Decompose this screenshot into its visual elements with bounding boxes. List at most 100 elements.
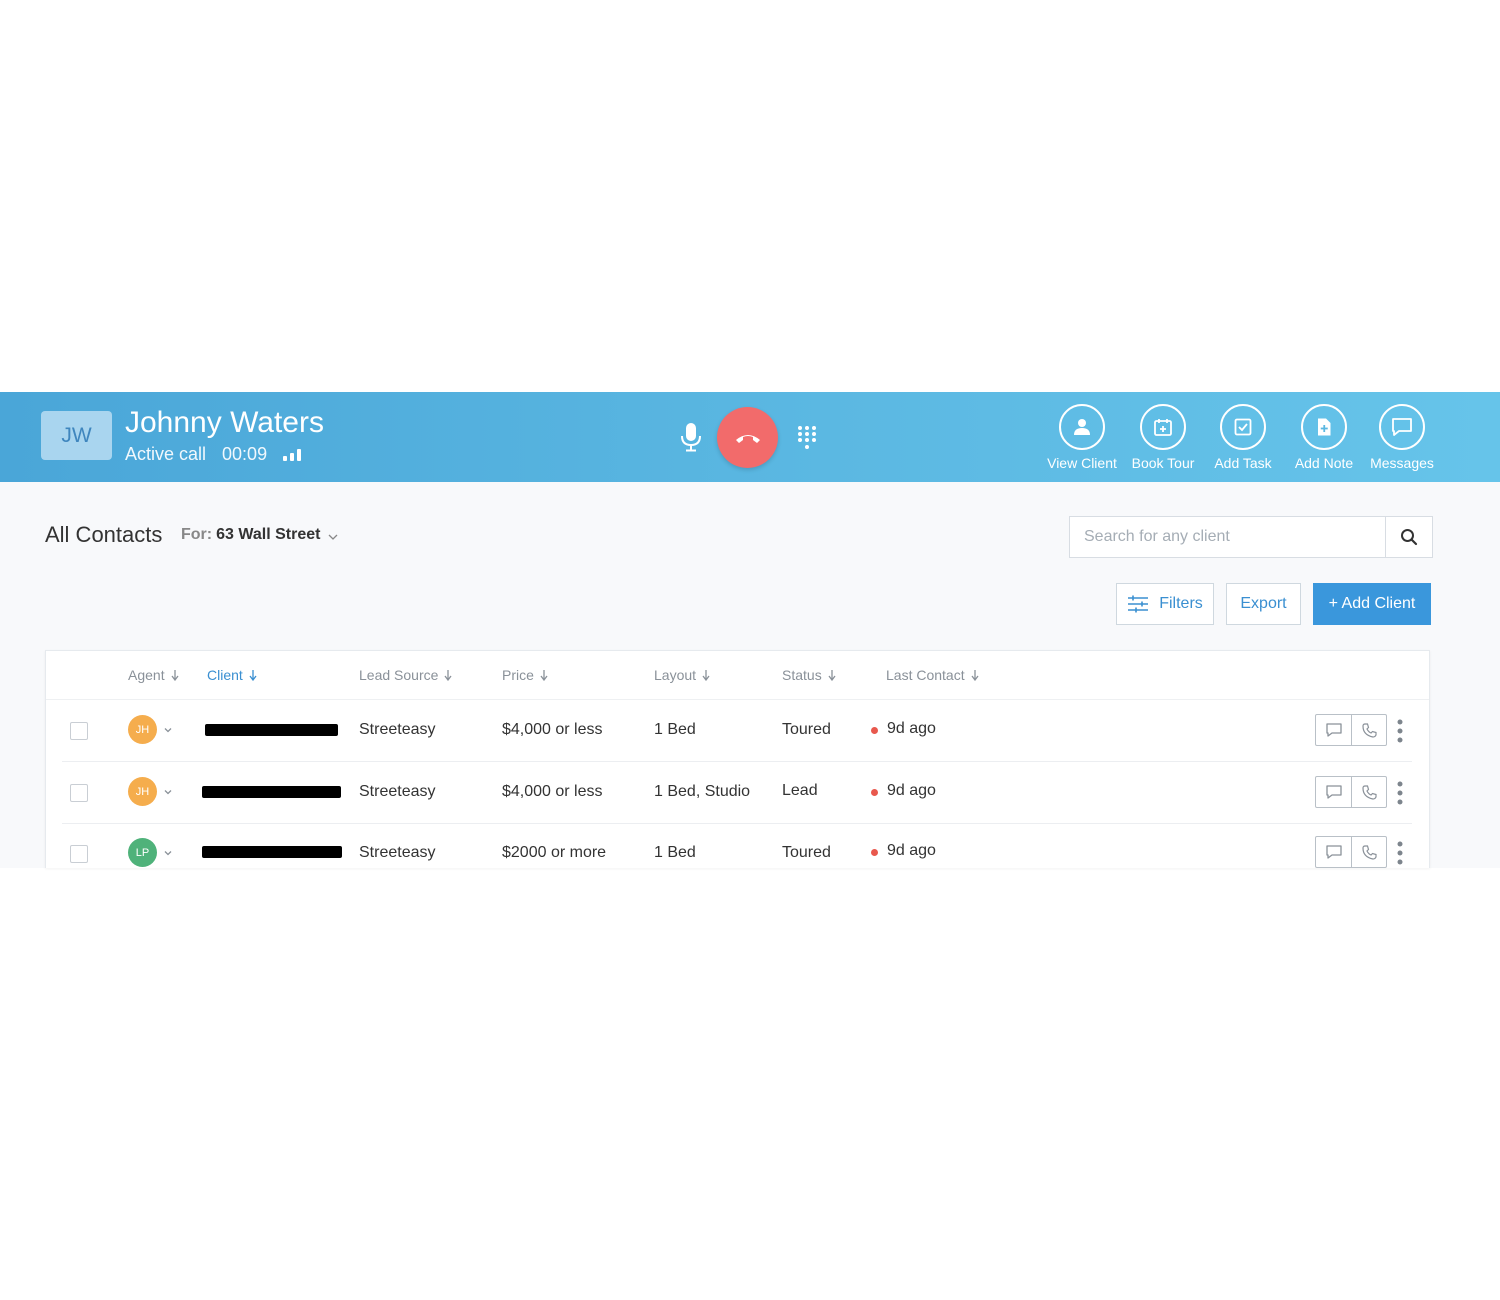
messages-button[interactable]: Messages (1357, 404, 1447, 471)
column-label: Client (207, 667, 243, 683)
message-icon (1325, 723, 1342, 737)
more-options-icon[interactable] (1397, 781, 1403, 805)
call-timer: 00:09 (222, 444, 268, 464)
search-input[interactable] (1070, 517, 1386, 557)
property-selector[interactable]: For: 63 Wall Street (181, 526, 338, 544)
sort-arrow-icon (249, 669, 257, 681)
phone-icon (1361, 784, 1377, 800)
export-button[interactable]: Export (1226, 583, 1301, 625)
search-icon (1401, 529, 1418, 546)
client-name-redacted[interactable] (202, 846, 342, 858)
row-checkbox[interactable] (70, 845, 88, 863)
add-client-label: + Add Client (1328, 595, 1416, 612)
message-button[interactable] (1316, 777, 1351, 807)
last-contact-indicator (871, 727, 878, 734)
chevron-down-icon[interactable] (163, 725, 173, 735)
call-button[interactable] (1351, 837, 1386, 867)
message-icon (1325, 845, 1342, 859)
sort-arrow-icon (171, 669, 179, 681)
column-header-lead-source[interactable]: Lead Source (359, 667, 452, 683)
search-button[interactable] (1385, 517, 1432, 557)
caller-initials: JW (61, 423, 92, 447)
message-button[interactable] (1316, 837, 1351, 867)
book-tour-button[interactable]: Book Tour (1118, 404, 1208, 471)
export-label: Export (1240, 595, 1287, 612)
task-check-icon (1234, 418, 1252, 436)
note-add-icon (1318, 418, 1331, 436)
table-row[interactable]: JH Streeteasy $4,000 or less 1 Bed Toure… (62, 700, 1412, 762)
table-row[interactable]: LP Streeteasy $2000 or more 1 Bed Toured… (62, 824, 1412, 868)
chevron-down-icon[interactable] (163, 848, 173, 858)
hang-up-button[interactable] (717, 407, 778, 468)
add-task-label: Add Task (1214, 455, 1272, 471)
row-actions (1315, 836, 1387, 868)
call-status: Active call 00:09 (125, 444, 302, 465)
more-options-icon[interactable] (1397, 841, 1403, 865)
layout: 1 Bed (654, 844, 696, 861)
call-button[interactable] (1351, 715, 1386, 745)
table-row[interactable]: JH Streeteasy $4,000 or less 1 Bed, Stud… (62, 762, 1412, 824)
user-icon (1074, 419, 1090, 435)
add-client-button[interactable]: + Add Client (1313, 583, 1431, 625)
layout: 1 Bed (654, 721, 696, 738)
row-actions (1315, 776, 1387, 808)
page-title: All Contacts (45, 522, 163, 547)
column-header-price[interactable]: Price (502, 667, 548, 683)
dialpad-icon[interactable] (797, 425, 817, 450)
column-header-status[interactable]: Status (782, 667, 836, 683)
column-header-layout[interactable]: Layout (654, 667, 710, 683)
phone-icon (1361, 722, 1377, 738)
status: Lead (782, 782, 818, 799)
client-name-redacted[interactable] (205, 724, 338, 736)
book-tour-label: Book Tour (1131, 455, 1195, 471)
agent-avatar[interactable]: LP (128, 838, 157, 867)
row-actions (1315, 714, 1387, 746)
agent-avatar[interactable]: JH (128, 715, 157, 744)
agent-initials: LP (135, 846, 150, 859)
last-contact-indicator (871, 849, 878, 856)
caller-name: Johnny Waters (125, 406, 324, 439)
last-contact: 9d ago (887, 842, 936, 859)
contacts-page: All Contacts For: 63 Wall Street Filters… (0, 482, 1500, 868)
lead-source: Streeteasy (359, 844, 436, 861)
agent-initials: JH (135, 785, 150, 798)
filters-button[interactable]: Filters (1116, 583, 1214, 625)
last-contact: 9d ago (887, 720, 936, 737)
layout: 1 Bed, Studio (654, 783, 751, 800)
column-header-agent[interactable]: Agent (128, 667, 179, 683)
phone-icon (1361, 844, 1377, 860)
column-label: Status (782, 667, 822, 683)
add-note-button[interactable]: Add Note (1279, 404, 1369, 471)
column-header-last-contact[interactable]: Last Contact (886, 667, 979, 683)
caller-avatar: JW (41, 411, 112, 460)
for-label: For: (181, 526, 213, 543)
contacts-table: Agent Client Lead Source Price Layout St… (45, 650, 1430, 868)
add-task-button[interactable]: Add Task (1198, 404, 1288, 471)
calendar-add-icon (1154, 419, 1172, 436)
lead-source: Streeteasy (359, 783, 436, 800)
client-name-redacted[interactable] (202, 786, 341, 798)
client-search (1069, 516, 1433, 558)
message-button[interactable] (1316, 715, 1351, 745)
column-header-client[interactable]: Client (207, 667, 257, 683)
microphone-icon[interactable] (680, 422, 702, 452)
row-checkbox[interactable] (70, 722, 88, 740)
call-button[interactable] (1351, 777, 1386, 807)
column-label: Price (502, 667, 534, 683)
more-options-icon[interactable] (1397, 719, 1403, 743)
view-client-label: View Client (1047, 455, 1117, 471)
price: $4,000 or less (502, 783, 603, 800)
sort-arrow-icon (828, 669, 836, 681)
phone-hangup-icon (735, 434, 760, 443)
view-client-button[interactable]: View Client (1037, 404, 1127, 471)
sort-arrow-icon (702, 669, 710, 681)
chevron-down-icon (328, 534, 338, 540)
column-label: Layout (654, 667, 697, 683)
message-icon (1392, 418, 1412, 436)
row-checkbox[interactable] (70, 784, 88, 802)
add-note-label: Add Note (1294, 455, 1354, 471)
chevron-down-icon[interactable] (163, 787, 173, 797)
status: Toured (782, 844, 831, 861)
sort-arrow-icon (540, 669, 548, 681)
agent-avatar[interactable]: JH (128, 777, 157, 806)
